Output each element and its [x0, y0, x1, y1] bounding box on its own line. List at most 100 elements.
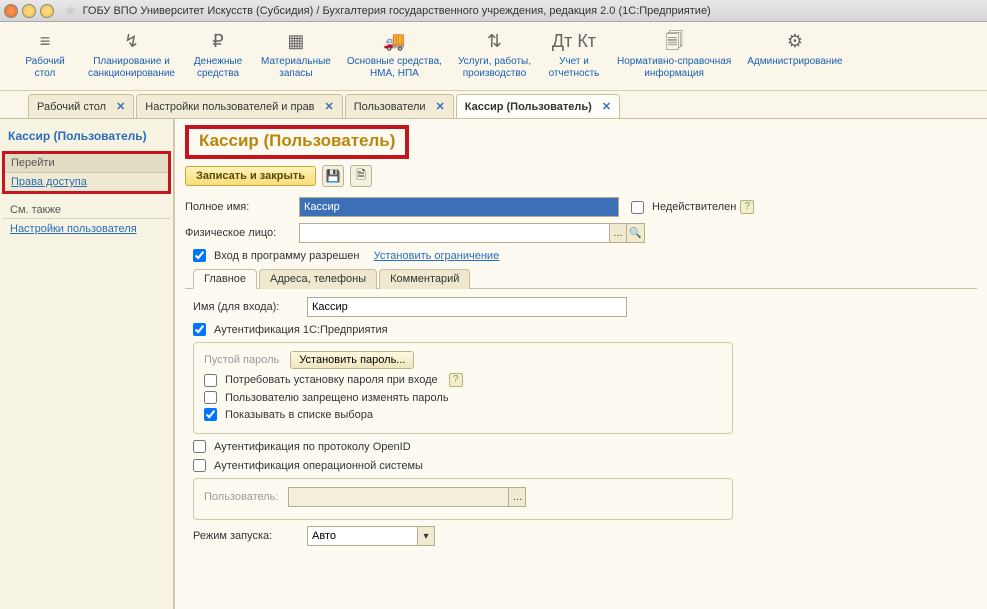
- show-in-list-checkbox[interactable]: [204, 408, 217, 421]
- invalid-checkbox[interactable]: [631, 201, 644, 214]
- toolbar-item-6[interactable]: Дт Кт Учет иотчетность: [539, 26, 609, 84]
- tab-2[interactable]: Пользователи ✕: [345, 94, 454, 118]
- os-user-label: Пользователь:: [204, 491, 278, 503]
- toolbar-item-5[interactable]: ⇅ Услуги, работы,производство: [450, 26, 539, 84]
- toolbar-icon: 🗐: [617, 30, 731, 52]
- physperson-input[interactable]: [299, 223, 609, 243]
- toolbar-item-1[interactable]: ↯ Планирование исанкционирование: [80, 26, 183, 84]
- toolbar-label: Администрирование: [747, 56, 842, 68]
- tab-close-icon[interactable]: ✕: [325, 100, 334, 113]
- physperson-search-button[interactable]: 🔍: [627, 223, 645, 243]
- window-max-icon[interactable]: [40, 4, 54, 18]
- save-and-close-button[interactable]: Записать и закрыть: [185, 166, 316, 186]
- toolbar-label: Планирование исанкционирование: [88, 56, 175, 80]
- toolbar-label: Материальныезапасы: [261, 56, 331, 80]
- auth-os-panel: Пользователь: …: [193, 478, 733, 520]
- os-user-dots-button[interactable]: …: [508, 487, 526, 507]
- auth-1c-panel: Пустой пароль Установить пароль... Потре…: [193, 342, 733, 434]
- help-icon[interactable]: ?: [740, 200, 754, 214]
- launch-mode-label: Режим запуска:: [193, 530, 303, 542]
- auth-openid-checkbox[interactable]: [193, 440, 206, 453]
- window-title: ГОБУ ВПО Университет Искусств (Субсидия)…: [83, 5, 711, 17]
- window-titlebar: ★ ГОБУ ВПО Университет Искусств (Субсиди…: [0, 0, 987, 22]
- toolbar-item-2[interactable]: ₽ Денежныесредства: [183, 26, 253, 84]
- toolbar-icon: ≡: [18, 30, 72, 52]
- list-icon[interactable]: 🗎: [350, 165, 372, 187]
- tab-close-icon[interactable]: ✕: [116, 100, 125, 113]
- tab-label: Пользователи: [354, 101, 426, 113]
- auth-os-checkbox[interactable]: [193, 459, 206, 472]
- page-title-highlight: Кассир (Пользователь): [185, 125, 409, 159]
- launch-mode-select[interactable]: [307, 526, 417, 546]
- deny-change-password-label: Пользователю запрещено изменять пароль: [225, 392, 449, 404]
- window-close-icon[interactable]: [4, 4, 18, 18]
- window-min-icon[interactable]: [22, 4, 36, 18]
- toolbar-label: Нормативно-справочнаяинформация: [617, 56, 731, 80]
- toolbar-item-3[interactable]: ▦ Материальныезапасы: [253, 26, 339, 84]
- launch-mode-dropdown-button[interactable]: ▾: [417, 526, 435, 546]
- require-password-checkbox[interactable]: [204, 374, 217, 387]
- main-toolbar: ≡ Рабочийстол ↯ Планирование исанкционирова…: [0, 22, 987, 91]
- tab-0[interactable]: Рабочий стол ✕: [28, 94, 134, 118]
- toolbar-item-7[interactable]: 🗐 Нормативно-справочнаяинформация: [609, 26, 739, 84]
- toolbar-label: Учет иотчетность: [547, 56, 601, 80]
- tab-close-icon[interactable]: ✕: [436, 100, 445, 113]
- auth-openid-label: Аутентификация по протоколу OpenID: [214, 441, 411, 453]
- toolbar-icon: ↯: [88, 30, 175, 52]
- os-user-input: [288, 487, 508, 507]
- subtab-2[interactable]: Комментарий: [379, 269, 470, 289]
- toolbar-label: Денежныесредства: [191, 56, 245, 80]
- tab-1[interactable]: Настройки пользователей и прав ✕: [136, 94, 342, 118]
- toolbar-icon: 🚚: [347, 30, 442, 52]
- fullname-label: Полное имя:: [185, 201, 295, 213]
- save-icon[interactable]: 💾: [322, 165, 344, 187]
- main-content: Кассир (Пользователь) Записать и закрыть…: [175, 119, 987, 609]
- toolbar-icon: ⇅: [458, 30, 531, 52]
- invalid-label: Недействителен: [652, 201, 736, 213]
- help-icon-2[interactable]: ?: [449, 373, 463, 387]
- toolbar-icon: ₽: [191, 30, 245, 52]
- page-title: Кассир (Пользователь): [199, 131, 395, 151]
- form-subtabs: ГлавноеАдреса, телефоныКомментарий: [185, 268, 977, 289]
- toolbar-label: Основные средства,НМА, НПА: [347, 56, 442, 80]
- deny-change-password-checkbox[interactable]: [204, 391, 217, 404]
- leftnav-title: Кассир (Пользователь): [4, 125, 169, 151]
- login-name-label: Имя (для входа):: [193, 301, 303, 313]
- set-restriction-link[interactable]: Установить ограничение: [374, 250, 500, 262]
- require-password-label: Потребовать установку пароля при входе: [225, 374, 438, 386]
- auth-1c-label: Аутентификация 1С:Предприятия: [214, 324, 388, 336]
- leftnav-access-rights[interactable]: Права доступа: [5, 173, 168, 191]
- login-name-input[interactable]: [307, 297, 627, 317]
- physperson-label: Физическое лицо:: [185, 227, 295, 239]
- leftnav-group-header: Перейти: [5, 154, 168, 173]
- document-tabs: Рабочий стол✕Настройки пользователей и п…: [0, 91, 987, 119]
- tab-label: Настройки пользователей и прав: [145, 101, 314, 113]
- set-password-button[interactable]: Установить пароль...: [290, 351, 414, 369]
- toolbar-item-4[interactable]: 🚚 Основные средства,НМА, НПА: [339, 26, 450, 84]
- leftnav-user-settings[interactable]: Настройки пользователя: [4, 219, 169, 239]
- toolbar-item-8[interactable]: ⚙Администрирование: [739, 26, 850, 84]
- toolbar-icon: ▦: [261, 30, 331, 52]
- login-allowed-label: Вход в программу разрешен: [214, 250, 360, 262]
- empty-password-label: Пустой пароль: [204, 354, 279, 366]
- subtab-1[interactable]: Адреса, телефоны: [259, 269, 377, 289]
- toolbar-label: Рабочийстол: [18, 56, 72, 80]
- show-in-list-label: Показывать в списке выбора: [225, 409, 373, 421]
- star-icon: ★: [64, 2, 77, 19]
- tab-3[interactable]: Кассир (Пользователь) ✕: [456, 94, 620, 118]
- left-nav: Кассир (Пользователь) Перейти Права дост…: [0, 119, 175, 609]
- leftnav-highlight-box: Перейти Права доступа: [2, 151, 171, 194]
- tab-label: Рабочий стол: [37, 101, 106, 113]
- login-allowed-checkbox[interactable]: [193, 249, 206, 262]
- tab-close-icon[interactable]: ✕: [602, 100, 611, 113]
- auth-1c-checkbox[interactable]: [193, 323, 206, 336]
- toolbar-icon: Дт Кт: [547, 30, 601, 52]
- auth-os-label: Аутентификация операционной системы: [214, 460, 423, 472]
- leftnav-see-also-header: См. также: [4, 200, 169, 219]
- fullname-input[interactable]: [299, 197, 619, 217]
- subtab-0[interactable]: Главное: [193, 269, 257, 289]
- physperson-dots-button[interactable]: …: [609, 223, 627, 243]
- toolbar-item-0[interactable]: ≡ Рабочийстол: [10, 26, 80, 84]
- toolbar-label: Услуги, работы,производство: [458, 56, 531, 80]
- tab-label: Кассир (Пользователь): [465, 101, 592, 113]
